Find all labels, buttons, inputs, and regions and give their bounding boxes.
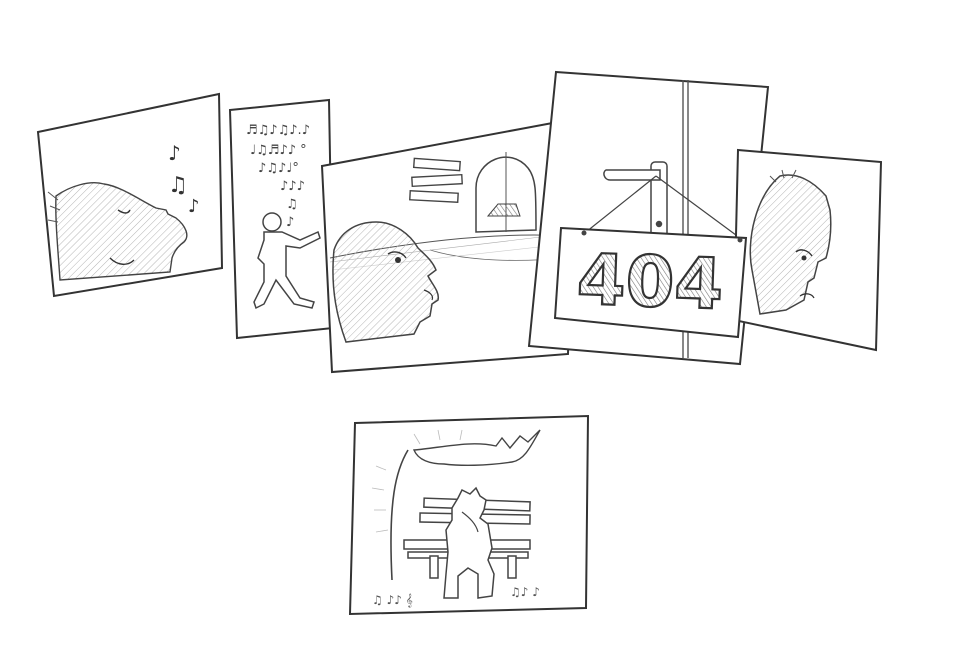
panel-bench-sitting: ♫ ♪♪ 𝄞 ♫♪ ♪ xyxy=(348,414,590,616)
sign-404-text: 404 xyxy=(576,238,725,325)
svg-text:♪♫♪♩°: ♪♫♪♩° xyxy=(258,161,299,176)
svg-text:♫: ♫ xyxy=(168,173,188,198)
svg-text:♪♪♪: ♪♪♪ xyxy=(280,179,305,194)
comic-drawing: ♪ ♫ ♪ ♬♫♪♫♪.♪ ♩♫♬♪♪ ° ♪♫♪♩° ♪♪♪ ♫ ♪ 404 … xyxy=(36,70,883,616)
svg-text:♫♪ ♪: ♫♪ ♪ xyxy=(510,585,540,599)
panel-sad-face xyxy=(732,148,883,352)
panel-walking-person: ♬♫♪♫♪.♪ ♩♫♬♪♪ ° ♪♫♪♩° ♪♪♪ ♫ ♪ xyxy=(228,98,335,340)
comic-stage: ♪ ♫ ♪ ♬♫♪♫♪.♪ ♩♫♬♪♪ ° ♪♫♪♩° ♪♪♪ ♫ ♪ 404 … xyxy=(0,0,957,662)
svg-text:♫: ♫ xyxy=(286,197,298,212)
signpost-icon xyxy=(409,157,463,203)
panel-whistling-face: ♪ ♫ ♪ xyxy=(36,92,224,298)
svg-text:♩♫♬♪♪ °: ♩♫♬♪♪ ° xyxy=(250,143,307,158)
svg-text:♪: ♪ xyxy=(188,196,200,217)
not-found-sign: 404 xyxy=(553,226,748,339)
svg-text:♫ ♪♪ 𝄞: ♫ ♪♪ 𝄞 xyxy=(372,593,413,607)
svg-text:♪: ♪ xyxy=(286,215,294,230)
svg-text:♬♫♪♫♪.♪: ♬♫♪♫♪.♪ xyxy=(246,123,310,138)
svg-text:♪: ♪ xyxy=(168,141,181,165)
